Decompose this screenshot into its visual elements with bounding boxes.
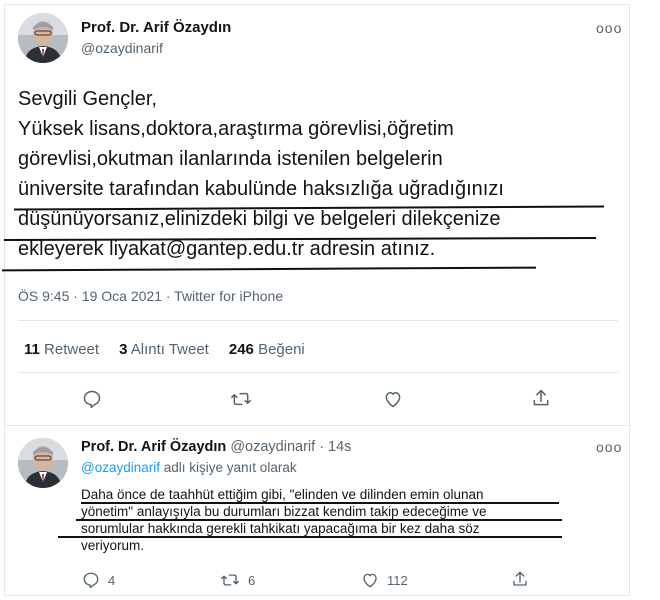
reply-count: 4 — [108, 572, 116, 588]
tweet-timestamp[interactable]: ÖS 9:45 · 19 Oca 2021 · Twitter for iPho… — [18, 288, 283, 304]
retweet-count: 11 — [24, 341, 40, 358]
like-stat[interactable]: 246 Beğeni — [229, 341, 305, 358]
retweet-icon — [231, 392, 251, 406]
underline-mark — [81, 502, 559, 504]
divider — [18, 372, 618, 373]
like-count: 246 — [228, 341, 254, 358]
reply-icon — [83, 572, 99, 589]
retweet-count: 6 — [248, 572, 256, 588]
reply-line: veriyorum. — [81, 538, 145, 553]
quote-stat[interactable]: 3 Alıntı Tweet — [119, 341, 209, 358]
author-name[interactable]: Prof. Dr. Arif Özaydın — [81, 439, 226, 455]
reply-icon — [83, 390, 101, 409]
avatar[interactable] — [18, 13, 68, 63]
tweet-line: Sevgili Gençler, — [18, 88, 157, 110]
reply-header: Prof. Dr. Arif Özaydın @ozaydinarif · 14… — [81, 439, 351, 455]
divider — [18, 320, 618, 321]
like-label: Beğeni — [258, 341, 305, 358]
quote-label: Alıntı Tweet — [130, 341, 209, 358]
share-button[interactable] — [511, 570, 529, 588]
reply-to-suffix: adlı kişiye yanıt olarak — [163, 460, 297, 475]
tweet-stats: 11 Retweet 3 Alıntı Tweet 246 Beğeni — [24, 341, 305, 358]
retweet-button[interactable] — [230, 389, 252, 409]
reply-to-handle[interactable]: @ozaydinarif — [81, 460, 160, 475]
retweet-icon — [221, 574, 239, 586]
profile-photo-icon — [18, 438, 68, 488]
author-handle-time[interactable]: @ozaydinarif · 14s — [230, 439, 351, 455]
tweet-line: üniversite tarafından kabulünde haksızlı… — [18, 178, 504, 200]
heart-icon — [385, 392, 401, 408]
avatar[interactable] — [18, 438, 68, 488]
author-name[interactable]: Prof. Dr. Arif Özaydın — [81, 19, 231, 36]
heart-icon — [363, 573, 377, 588]
more-options-icon[interactable]: ooo — [596, 439, 622, 455]
divider — [4, 425, 630, 426]
reply-button[interactable] — [82, 389, 102, 409]
retweet-stat[interactable]: 11 Retweet — [24, 341, 99, 358]
underline-mark — [58, 536, 562, 538]
share-button[interactable] — [531, 388, 551, 408]
reply-line: Daha önce de taahhüt ettiğim gibi, "elin… — [81, 487, 484, 502]
like-button[interactable] — [383, 389, 403, 409]
reply-button[interactable]: 4 — [82, 571, 115, 589]
quote-count: 3 — [119, 341, 128, 358]
tweet-line: görevlisi,okutman ilanlarında istenilen … — [18, 148, 443, 170]
tweet-line: Yüksek lisans,doktora,araştırma görevlis… — [18, 118, 454, 140]
more-options-icon[interactable]: ooo — [596, 20, 622, 36]
underline-mark — [76, 519, 562, 521]
reply-line: yönetim" anlayışıyla bu durumları bizzat… — [81, 504, 487, 519]
retweet-label: Retweet — [44, 341, 100, 358]
share-icon — [533, 389, 549, 406]
share-icon — [513, 571, 527, 586]
reply-context: @ozaydinarif adlı kişiye yanıt olarak — [81, 460, 297, 475]
author-handle[interactable]: @ozaydinarif — [81, 40, 163, 56]
like-count: 112 — [387, 572, 408, 588]
reply-line: sorumlular hakkında gerekli tahkikatı ya… — [81, 521, 480, 536]
like-button[interactable]: 112 — [361, 571, 408, 589]
retweet-button[interactable]: 6 — [220, 571, 255, 589]
profile-photo-icon — [18, 13, 68, 63]
